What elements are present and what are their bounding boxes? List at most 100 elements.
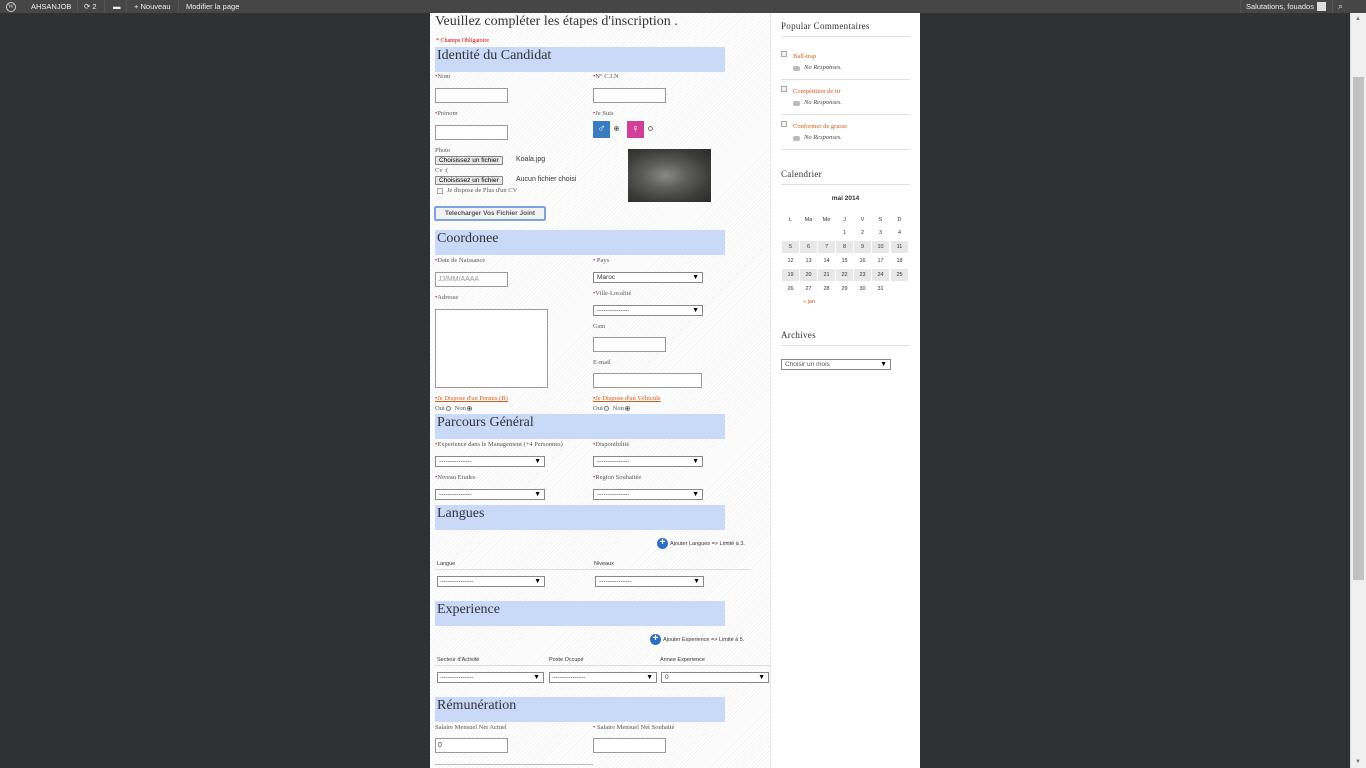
nom-input[interactable] [435, 88, 508, 103]
site-name-link[interactable]: AHSANJOB [31, 0, 71, 13]
ville-select[interactable]: --------------- ▼ [593, 305, 703, 316]
female-icon: ♀ [627, 121, 644, 138]
avatar[interactable] [1317, 2, 1326, 11]
photo-choose-button[interactable]: Choisissez un fichier [435, 156, 503, 165]
scroll-up-icon[interactable]: ▲ [1355, 16, 1361, 22]
langue-select[interactable]: --------------- ▼ [437, 576, 545, 587]
niveau-etudes-select[interactable]: --------------- ▼ [435, 489, 545, 500]
col-poste: Poste Occupé [549, 657, 584, 663]
updates-button[interactable]: ⟳ 2 [84, 0, 97, 13]
adresse-textarea[interactable] [435, 309, 548, 388]
scrollbar-thumb[interactable] [1353, 77, 1364, 580]
vehicule-non-radio[interactable] [625, 406, 631, 412]
plus-icon: + [134, 2, 139, 11]
salaire-souhaite-input[interactable] [593, 738, 666, 753]
section-coordonee: Coordonee [435, 230, 725, 255]
new-content-button[interactable]: + Nouveau [134, 0, 171, 13]
poste-select[interactable]: --------------- ▼ [549, 672, 657, 683]
comment-link-1[interactable]: Ball-trap [793, 53, 816, 60]
calendar-prev-link[interactable]: « jan [803, 299, 815, 305]
wordpress-logo-icon[interactable]: W [6, 2, 16, 12]
photo-preview [628, 149, 711, 202]
permis-options: Oui Non [435, 405, 473, 412]
edit-page-link[interactable]: Modifier la page [186, 0, 239, 13]
vehicule-options: Oui Non [593, 405, 631, 412]
gender-female-option[interactable]: ♀ [627, 119, 653, 138]
vehicule-oui-radio[interactable] [604, 406, 610, 412]
cv-choose-button[interactable]: Choisissez un fichier [435, 176, 503, 185]
search-icon[interactable]: ⌕ [1338, 1, 1343, 12]
page-title: Veuillez compléter les étapes d'inscript… [435, 14, 678, 29]
comment-bubble-icon [793, 66, 800, 71]
comment-responses-2: No Responses. [804, 99, 842, 106]
section-parcours: Parcours Général [435, 414, 725, 439]
label-email: E-mail [593, 359, 611, 366]
secteur-select[interactable]: --------------- ▼ [437, 672, 544, 683]
calendar-day: 12 [787, 258, 794, 264]
niveau-langue-select[interactable]: --------------- ▼ [595, 576, 704, 587]
account-greeting[interactable]: Salutations, fouados [1246, 0, 1314, 13]
label-ville: •Ville-Localité [593, 290, 632, 297]
select-value: 0 [665, 674, 669, 681]
male-radio[interactable] [614, 125, 619, 131]
comment-link-3[interactable]: Conformer de grasse [793, 123, 847, 130]
cin-input[interactable] [593, 88, 666, 103]
permis-oui-radio[interactable] [446, 406, 452, 412]
label-niveau-etudes: •Niveau Etudes [435, 474, 476, 481]
required-note: * Champs Obligatoire [436, 38, 489, 44]
pays-value: Maroc [597, 274, 616, 281]
add-langue-icon[interactable]: + [657, 538, 668, 549]
email-input[interactable] [593, 373, 702, 388]
label-salaire-souhaite: • Salaire Mensuel Net Souhaité [593, 724, 675, 731]
add-experience-link[interactable]: Ajouter Experience => Limité à 5. [663, 637, 744, 643]
experience-mgmt-select[interactable]: --------------- ▼ [435, 456, 545, 467]
calendar-day: 16 [859, 258, 866, 264]
table-divider [435, 569, 750, 570]
calendar-day: 17 [877, 258, 884, 264]
chevron-down-icon: ▼ [692, 274, 699, 281]
plus-cv-checkbox[interactable] [437, 188, 443, 194]
scroll-down-icon[interactable]: ▼ [1355, 759, 1361, 765]
male-icon: ♂ [593, 121, 610, 138]
widget-divider [781, 345, 910, 346]
table-divider [435, 665, 770, 666]
page-scrollbar[interactable]: ▲ ▼ [1350, 13, 1366, 768]
prenom-input[interactable] [435, 125, 508, 140]
chevron-down-icon: ▼ [692, 307, 699, 314]
label-date-naissance: •Date de Naissance [435, 257, 486, 264]
chevron-down-icon: ▼ [534, 491, 541, 498]
label-vehicule: •Je Dispose d'un Véhicule [593, 395, 661, 402]
gender-male-option[interactable]: ♂ [593, 119, 619, 138]
salaire-actuel-input[interactable]: 0 [435, 738, 508, 753]
label-prenom: •Prénom [435, 110, 458, 117]
comments-icon[interactable]: ▬ [113, 0, 121, 13]
permis-non-radio[interactable] [467, 406, 473, 412]
select-value: --------------- [439, 491, 472, 498]
comment-responses-3: No Responses. [804, 134, 842, 141]
calendar-day: 9 [854, 241, 871, 253]
comment-link-2[interactable]: Compétition de tir [793, 88, 841, 95]
label-disponibilite: •Disponibilité [593, 441, 630, 448]
label-nom: •Nom [435, 73, 451, 80]
comment-thumb [781, 86, 787, 92]
chevron-down-icon: ▼ [758, 674, 765, 681]
upload-files-button[interactable]: Telecharger Vos Fichier Joint [434, 206, 546, 221]
calendar-day: 22 [836, 269, 853, 281]
annee-select[interactable]: 0 ▼ [661, 672, 769, 683]
comment-bubble-icon [793, 136, 800, 141]
widget-divider [781, 114, 910, 115]
add-langue-link[interactable]: Ajouter Langues => Limité à 3. [670, 541, 745, 547]
female-radio[interactable] [648, 125, 653, 131]
disponibilite-select[interactable]: --------------- ▼ [593, 456, 703, 467]
label-salaire-actuel: Salaire Mensuel Net Actuel [435, 724, 507, 731]
pays-select[interactable]: Maroc ▼ [593, 272, 703, 283]
vehicule-oui-label: Oui [593, 405, 603, 412]
gsm-input[interactable] [593, 337, 666, 352]
region-select[interactable]: --------------- ▼ [593, 489, 703, 500]
add-experience-icon[interactable]: + [650, 634, 661, 645]
archives-select[interactable]: Choisir un mois ▼ [781, 359, 891, 370]
widget-divider [781, 36, 910, 37]
section-remuneration: Rémunération [435, 697, 725, 722]
calendar-day: 4 [897, 230, 902, 236]
date-naissance-input[interactable]: JJ/MM/AAAA [435, 272, 508, 287]
